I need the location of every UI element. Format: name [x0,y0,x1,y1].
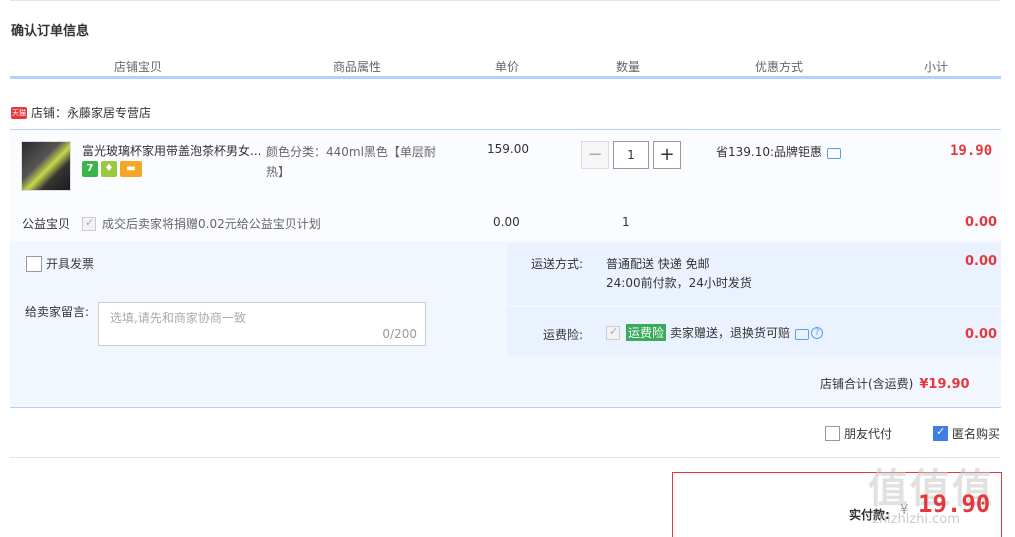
anonymous-checkbox[interactable] [933,425,948,441]
card-payment-icon[interactable]: ▬ [120,161,142,177]
charity-subtotal: 0.00 [965,215,998,230]
quantity-decrease-button[interactable]: − [581,141,609,169]
invoice-label[interactable]: 开具发票 [46,255,94,272]
shipping-info: 普通配送 快递 免邮 24:00前付款，24小时发货 [606,255,752,293]
header-discount: 优惠方式 [755,60,804,74]
quantity-stepper: − 1 + [581,141,681,169]
charity-quantity: 1 [622,215,630,229]
product-thumbnail[interactable] [21,141,71,191]
anonymous-option: 匿名购买 [933,425,1000,442]
product-title-link[interactable]: 富光玻璃杯家用带盖泡茶杯男女... [82,142,262,159]
page-title: 确认订单信息 [11,24,90,39]
message-label: 给卖家留言: [25,305,90,319]
guarantee-icon[interactable]: ♦ [101,161,117,177]
watermark-url: zhizhizhi.com [872,512,960,527]
charity-option: 成交后卖家将捐赠0.02元给公益宝贝计划 [82,215,321,232]
help-icon[interactable]: ? [811,326,824,339]
product-attributes: 颜色分类：440ml黑色【单层耐热】 [266,145,436,179]
discount-text: 省139.10:品牌钜惠 [716,145,823,159]
invoice-checkbox[interactable] [26,255,42,272]
chat-icon[interactable] [795,329,810,340]
quantity-increase-button[interactable]: + [653,141,681,169]
friend-pay-label[interactable]: 朋友代付 [844,425,892,442]
shop-total: 店铺合计(含运费) ¥19.90 [820,375,970,392]
insurance-subtotal: 0.00 [965,327,998,342]
charity-price: 0.00 [493,215,520,229]
quantity-input[interactable]: 1 [613,141,649,169]
shipping-subtotal: 0.00 [965,254,998,269]
friend-pay-checkbox[interactable] [825,426,840,441]
shop-total-value: ¥19.90 [919,377,970,392]
insurance-option: 运费险 卖家赠送，退换货可赔 ? [606,324,824,341]
header-quantity: 数量 [616,60,641,74]
item-subtotal: 19.90 [950,143,993,159]
chat-icon[interactable] [827,148,842,159]
bottom-divider [10,457,1000,458]
invoice-option: 开具发票 [26,255,94,272]
shop-name[interactable]: 店铺：永藤家居专营店 [31,104,151,121]
insurance-description: 卖家赠送，退换货可赔 [670,326,791,340]
unit-price: 159.00 [487,142,529,156]
shop-total-label: 店铺合计(含运费) [820,377,914,391]
message-char-count: 0/200 [382,327,417,341]
charity-description: 成交后卖家将捐赠0.02元给公益宝贝计划 [102,217,321,231]
charity-label: 公益宝贝 [22,217,71,231]
shipping-method: 普通配送 快递 免邮 [606,257,710,271]
header-unit-price: 单价 [495,60,520,74]
insurance-tag: 运费险 [626,324,667,341]
anonymous-label[interactable]: 匿名购买 [952,425,1000,442]
header-underline [10,76,1001,79]
seller-message-input[interactable]: 选填,请先和商家协商一致 0/200 [98,302,426,346]
shipping-timing: 24:00前付款，24小时发货 [606,276,752,290]
service-badges: 7 ♦ ▬ [82,161,142,177]
insurance-checkbox[interactable] [606,325,620,340]
discount-info: 省139.10:品牌钜惠 [716,143,842,160]
charity-checkbox[interactable] [82,216,96,231]
header-attributes: 商品属性 [333,60,382,74]
shop-row: 天猫 店铺：永藤家居专营店 [11,104,151,121]
seven-day-return-icon[interactable]: 7 [82,161,98,177]
message-placeholder: 选填,请先和商家协商一致 [110,311,246,325]
table-header: 店铺宝贝 商品属性 单价 数量 优惠方式 小计 [10,56,1001,78]
header-shop-item: 店铺宝贝 [114,60,163,74]
insurance-label: 运费险: [543,328,584,342]
header-subtotal: 小计 [924,60,949,74]
shipping-panel [507,243,1001,305]
top-divider [10,0,1000,1]
shipping-label: 运送方式: [531,257,584,271]
tmall-icon: 天猫 [11,106,27,119]
friend-pay-option: 朋友代付 [825,425,892,442]
